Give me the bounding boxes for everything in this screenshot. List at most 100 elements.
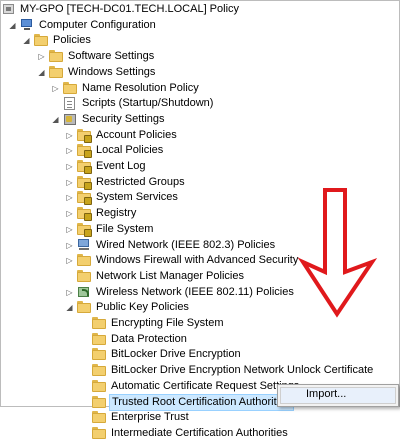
- lock-icon: [84, 166, 92, 174]
- tree-node-label: Registry: [96, 207, 137, 220]
- tree-node[interactable]: ◢ Computer Configuration: [0, 18, 400, 33]
- context-menu: Import...: [277, 384, 399, 407]
- tree-node[interactable]: ▷ Local Policies: [0, 143, 400, 159]
- tree-node-label: Public Key Policies: [96, 301, 189, 314]
- folder-icon: [49, 50, 63, 63]
- tree-node[interactable]: BitLocker Drive Encryption: [0, 347, 400, 362]
- folder-icon: [92, 332, 106, 345]
- expand-arrow-icon[interactable]: ▷: [65, 238, 74, 253]
- expand-arrow-icon[interactable]: ▷: [65, 253, 74, 268]
- collapse-arrow-icon[interactable]: ◢: [22, 33, 31, 48]
- locked-folder-icon: [77, 175, 92, 190]
- tree-node[interactable]: ▷ Restricted Groups: [0, 175, 400, 190]
- collapse-arrow-icon[interactable]: ◢: [65, 300, 74, 315]
- tree-node-label: Encrypting File System: [111, 317, 224, 329]
- tree-node[interactable]: ▷ Event Log: [0, 159, 400, 174]
- tree-node[interactable]: ▷ Wireless Network (IEEE 802.11) Policies: [0, 285, 400, 300]
- tree-node[interactable]: ◢ Policies: [0, 33, 400, 48]
- folder-icon: [77, 269, 91, 282]
- tree-node-label: Policies: [53, 34, 91, 47]
- tree-node[interactable]: ▷ Name Resolution Policy: [0, 81, 400, 96]
- tree-node-label: Windows Settings: [68, 65, 156, 78]
- tree-node[interactable]: Enterprise Trust: [0, 410, 400, 425]
- tree-node-label: Enterprise Trust: [111, 411, 189, 424]
- folder-icon: [92, 317, 106, 329]
- locked-folder-icon: [77, 144, 92, 159]
- tree-node[interactable]: ▷ Windows Firewall with Advanced Security: [0, 253, 400, 268]
- expand-arrow-icon[interactable]: ▷: [65, 128, 74, 143]
- tree-node-label: BitLocker Drive Encryption Network Unloc…: [111, 364, 374, 377]
- tree-node-label: Restricted Groups: [96, 175, 185, 188]
- expand-arrow-icon[interactable]: ▷: [65, 190, 74, 205]
- folder-icon: [77, 254, 91, 267]
- wired-network-icon: [77, 238, 91, 251]
- tree-node-label: Account Policies: [96, 128, 177, 141]
- collapse-arrow-icon[interactable]: ◢: [51, 112, 60, 127]
- tree-node[interactable]: ▷ Wired Network (IEEE 802.3) Policies: [0, 238, 400, 253]
- locked-folder-icon: [77, 160, 92, 174]
- expand-arrow-icon[interactable]: ▷: [51, 81, 60, 96]
- tree-node-label: Automatic Certificate Request Settings: [111, 379, 300, 392]
- tree-node-label: BitLocker Drive Encryption: [111, 348, 241, 361]
- tree-node[interactable]: ◢ Security Settings: [0, 112, 400, 127]
- lock-icon: [84, 228, 92, 237]
- folder-icon: [92, 364, 106, 377]
- locked-folder-icon: [77, 191, 92, 206]
- tree-node-label: Security Settings: [82, 112, 165, 125]
- lock-icon: [84, 134, 92, 143]
- locked-folder-icon: [77, 222, 92, 237]
- tree-node[interactable]: ▷ File System: [0, 222, 400, 237]
- import-menu-item[interactable]: Import...: [306, 388, 346, 400]
- folder-icon: [92, 348, 106, 361]
- expand-arrow-icon[interactable]: ▷: [37, 49, 46, 64]
- shield-icon: [63, 113, 77, 125]
- tree-node-label: Wireless Network (IEEE 802.11) Policies: [96, 285, 294, 298]
- tree-node-label: Network List Manager Policies: [96, 269, 244, 282]
- tree-node-label: Trusted Root Certification Authorities: [109, 393, 294, 411]
- tree-node-label: Wired Network (IEEE 802.3) Policies: [96, 238, 276, 251]
- lock-icon: [84, 150, 92, 159]
- folder-icon: [49, 65, 63, 78]
- expand-arrow-icon[interactable]: ▷: [65, 206, 74, 221]
- expand-arrow-icon[interactable]: ▷: [65, 143, 74, 158]
- gpo-icon: [2, 3, 16, 15]
- folder-icon: [92, 395, 106, 408]
- lock-icon: [84, 181, 92, 190]
- tree-node[interactable]: ▷ Registry: [0, 206, 400, 222]
- folder-icon: [63, 81, 77, 94]
- tree-node[interactable]: ▷ Software Settings: [0, 49, 400, 64]
- tree-node[interactable]: BitLocker Drive Encryption Network Unloc…: [0, 363, 400, 378]
- tree-node-label: Computer Configuration: [39, 18, 156, 31]
- computer-icon: [20, 18, 34, 31]
- tree-node[interactable]: Scripts (Startup/Shutdown): [0, 96, 400, 111]
- tree-node-label: Data Protection: [111, 332, 187, 345]
- expand-arrow-icon[interactable]: ▷: [65, 175, 74, 190]
- tree-node-label: Windows Firewall with Advanced Security: [96, 254, 299, 267]
- folder-icon: [92, 411, 106, 424]
- tree-node[interactable]: Encrypting File System: [0, 316, 400, 331]
- expand-arrow-icon[interactable]: ▷: [65, 285, 74, 300]
- folder-icon: [34, 34, 48, 47]
- tree-node-label: Name Resolution Policy: [82, 81, 199, 94]
- folder-icon: [92, 426, 106, 439]
- locked-folder-icon: [77, 207, 92, 222]
- tree-node[interactable]: ▷ Account Policies: [0, 128, 400, 143]
- tree-node-label: MY-GPO [TECH-DC01.TECH.LOCAL] Policy: [20, 3, 240, 15]
- tree-node[interactable]: Intermediate Certification Authorities: [0, 426, 400, 441]
- collapse-arrow-icon[interactable]: ◢: [8, 18, 17, 33]
- tree-node[interactable]: ◢ Public Key Policies: [0, 300, 400, 315]
- folder-icon: [77, 301, 91, 314]
- tree-node-label: Event Log: [96, 160, 146, 172]
- locked-folder-icon: [77, 128, 92, 143]
- tree-node-label: Software Settings: [68, 50, 155, 63]
- folder-icon: [92, 379, 106, 392]
- tree-node[interactable]: MY-GPO [TECH-DC01.TECH.LOCAL] Policy: [0, 2, 400, 17]
- tree-node[interactable]: Network List Manager Policies: [0, 269, 400, 284]
- tree-node[interactable]: Data Protection: [0, 332, 400, 347]
- collapse-arrow-icon[interactable]: ◢: [37, 65, 46, 80]
- lock-icon: [84, 197, 92, 206]
- expand-arrow-icon[interactable]: ▷: [65, 159, 74, 174]
- tree-node[interactable]: ▷ System Services: [0, 190, 400, 206]
- tree-node[interactable]: ◢ Windows Settings: [0, 65, 400, 80]
- expand-arrow-icon[interactable]: ▷: [65, 222, 74, 237]
